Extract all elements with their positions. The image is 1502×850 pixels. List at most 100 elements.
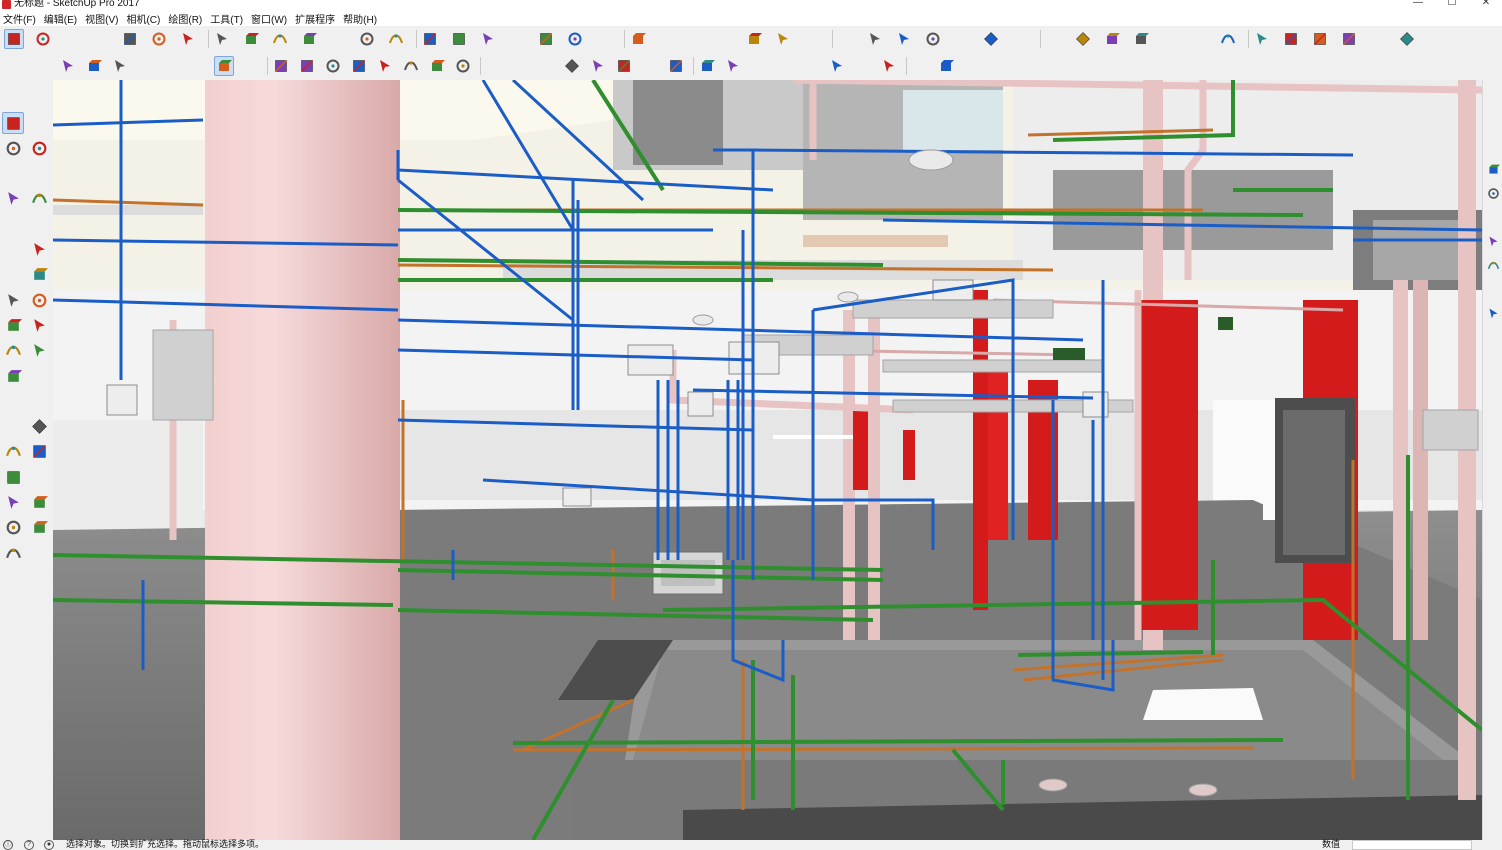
text-tool-button[interactable]: undefined xyxy=(28,390,50,412)
styles-tray-button[interactable] xyxy=(1485,184,1501,202)
textured-tool-button[interactable] xyxy=(323,56,343,76)
stamp-tool-button[interactable]: undefined xyxy=(640,56,660,76)
model-viewport[interactable] xyxy=(53,80,1482,840)
shaded-tool-button[interactable] xyxy=(297,56,317,76)
orbit-tool-button[interactable] xyxy=(2,441,24,463)
geo-location-icon[interactable]: ⓘ xyxy=(3,840,13,850)
section-plane-tool-button[interactable]: undefined xyxy=(802,29,822,49)
look-around-tool-button[interactable] xyxy=(28,517,50,539)
group-tool-button[interactable] xyxy=(58,56,78,76)
zoom-window-tool-button[interactable]: undefined xyxy=(28,466,50,488)
menu-help[interactable]: 帮助(H) xyxy=(343,11,377,26)
line-tool-button[interactable]: undefined xyxy=(2,163,24,185)
follow-me-tool-button[interactable] xyxy=(178,29,198,49)
xray-face-tool-button[interactable]: undefined xyxy=(188,56,208,76)
materials-tray-button[interactable]: undefined xyxy=(1485,136,1501,154)
dimension-tool-button[interactable]: undefined xyxy=(484,56,504,76)
wireframe-tool-button[interactable]: undefined xyxy=(240,56,260,76)
zoom-extents-tool-button[interactable] xyxy=(2,492,24,514)
smooth-tool-button[interactable]: undefined xyxy=(749,56,769,76)
back-view-button[interactable] xyxy=(744,29,764,49)
entity-info-tray-button[interactable]: undefined xyxy=(1485,112,1501,130)
share-model-tool-button[interactable] xyxy=(536,29,556,49)
arc-tool-button[interactable]: undefined xyxy=(91,29,111,49)
select-tool-button[interactable] xyxy=(2,112,24,134)
shape-tool-button[interactable] xyxy=(120,29,140,49)
sandbox-scratch-tool-button[interactable] xyxy=(614,56,634,76)
soften-tray-button[interactable]: undefined xyxy=(1485,328,1501,346)
solid-union-tool-button[interactable] xyxy=(1218,29,1238,49)
rotate-tool-button[interactable] xyxy=(241,29,261,49)
explode-tool-button[interactable] xyxy=(110,56,130,76)
fix-tool-button[interactable]: undefined xyxy=(853,56,873,76)
flip-edge-tool-button[interactable]: undefined xyxy=(1189,29,1209,49)
arc-tool-button[interactable]: undefined xyxy=(2,239,24,261)
front-view-button[interactable]: undefined xyxy=(686,29,706,49)
outliner-tray-button[interactable] xyxy=(1485,232,1501,250)
layers-tool-button[interactable]: undefined xyxy=(162,56,182,76)
freehand-tool-button[interactable]: undefined xyxy=(28,163,50,185)
solid-split-tool-button[interactable] xyxy=(1310,29,1330,49)
push-pull-tool-button[interactable] xyxy=(149,29,169,49)
close-button[interactable]: ✕ xyxy=(1466,0,1502,9)
paint-bucket-tool-button[interactable] xyxy=(2,137,24,159)
axes-tool-button[interactable]: undefined xyxy=(2,416,24,438)
section-display-tool-button[interactable]: undefined xyxy=(836,29,856,49)
ruby-tool-button[interactable]: undefined xyxy=(594,29,614,49)
menu-view[interactable]: 视图(V) xyxy=(85,11,118,26)
follow-me-tool-button[interactable] xyxy=(28,314,50,336)
3d-text-tool-button[interactable] xyxy=(562,56,582,76)
rectangle-tool-button[interactable] xyxy=(2,188,24,210)
zoom-extents-tool-button[interactable] xyxy=(478,29,498,49)
terrain-tool-button[interactable] xyxy=(894,29,914,49)
layout-tool-button[interactable] xyxy=(1073,29,1093,49)
scale-tool-button[interactable] xyxy=(270,29,290,49)
eraser-tool-button[interactable] xyxy=(28,137,50,159)
user-icon[interactable]: ● xyxy=(44,840,54,850)
pan-tool-button[interactable] xyxy=(28,441,50,463)
export-tool-button[interactable]: undefined xyxy=(910,56,930,76)
pan-tool-button[interactable] xyxy=(420,29,440,49)
previous-view-tool-button[interactable] xyxy=(28,492,50,514)
text-tool-button[interactable]: undefined xyxy=(328,29,348,49)
section-plane-tool-button[interactable]: undefined xyxy=(28,542,50,564)
components-tray-button[interactable] xyxy=(1485,160,1501,178)
iso-view-button[interactable] xyxy=(628,29,648,49)
sandbox-tool-button[interactable] xyxy=(1102,29,1122,49)
model-scene[interactable] xyxy=(53,80,1482,840)
select-tool-button[interactable] xyxy=(4,29,24,49)
flip-tool-button[interactable] xyxy=(697,56,717,76)
shadow-tool-button[interactable]: undefined xyxy=(952,29,972,49)
push-pull-tool-button[interactable] xyxy=(28,289,50,311)
xray-tool-button[interactable]: undefined xyxy=(1368,29,1388,49)
zoom-tool-button[interactable] xyxy=(2,466,24,488)
walk-tool-button[interactable] xyxy=(2,542,24,564)
menu-window[interactable]: 窗口(W) xyxy=(251,11,287,26)
scenes-tray-button[interactable] xyxy=(1485,256,1501,274)
outer-shell-tool-button[interactable]: undefined xyxy=(801,56,821,76)
move-tool-button[interactable] xyxy=(2,289,24,311)
look-around-tool-button[interactable] xyxy=(427,56,447,76)
tape-measure-tool-button[interactable] xyxy=(299,29,319,49)
soften-edge-tool-button[interactable] xyxy=(723,56,743,76)
protractor-tool-button[interactable]: undefined xyxy=(2,390,24,412)
menu-camera[interactable]: 相机(C) xyxy=(126,11,160,26)
dimension-tool-button[interactable]: undefined xyxy=(28,365,50,387)
menu-draw[interactable]: 绘图(R) xyxy=(168,11,202,26)
left-view-button[interactable] xyxy=(773,29,793,49)
zoom-tool-button[interactable] xyxy=(449,29,469,49)
3d-text-tool-button[interactable] xyxy=(28,416,50,438)
right-view-button[interactable]: undefined xyxy=(715,29,735,49)
solid-subtract-tool-button[interactable] xyxy=(1252,29,1272,49)
tape-measure-tool-button[interactable] xyxy=(2,365,24,387)
menu-file[interactable]: 文件(F) xyxy=(3,11,36,26)
solid-trim-tool-button[interactable] xyxy=(1281,29,1301,49)
smoove-tool-button[interactable] xyxy=(1131,29,1151,49)
walk-tool-button[interactable] xyxy=(401,56,421,76)
photo-tool-button[interactable]: undefined xyxy=(1010,29,1030,49)
drape-tool-button[interactable]: undefined xyxy=(1160,29,1180,49)
solid-inspector-tool-button[interactable] xyxy=(827,56,847,76)
fog-tool-button[interactable] xyxy=(1397,29,1417,49)
pie-tool-button[interactable] xyxy=(28,239,50,261)
top-view-button[interactable]: undefined xyxy=(657,29,677,49)
